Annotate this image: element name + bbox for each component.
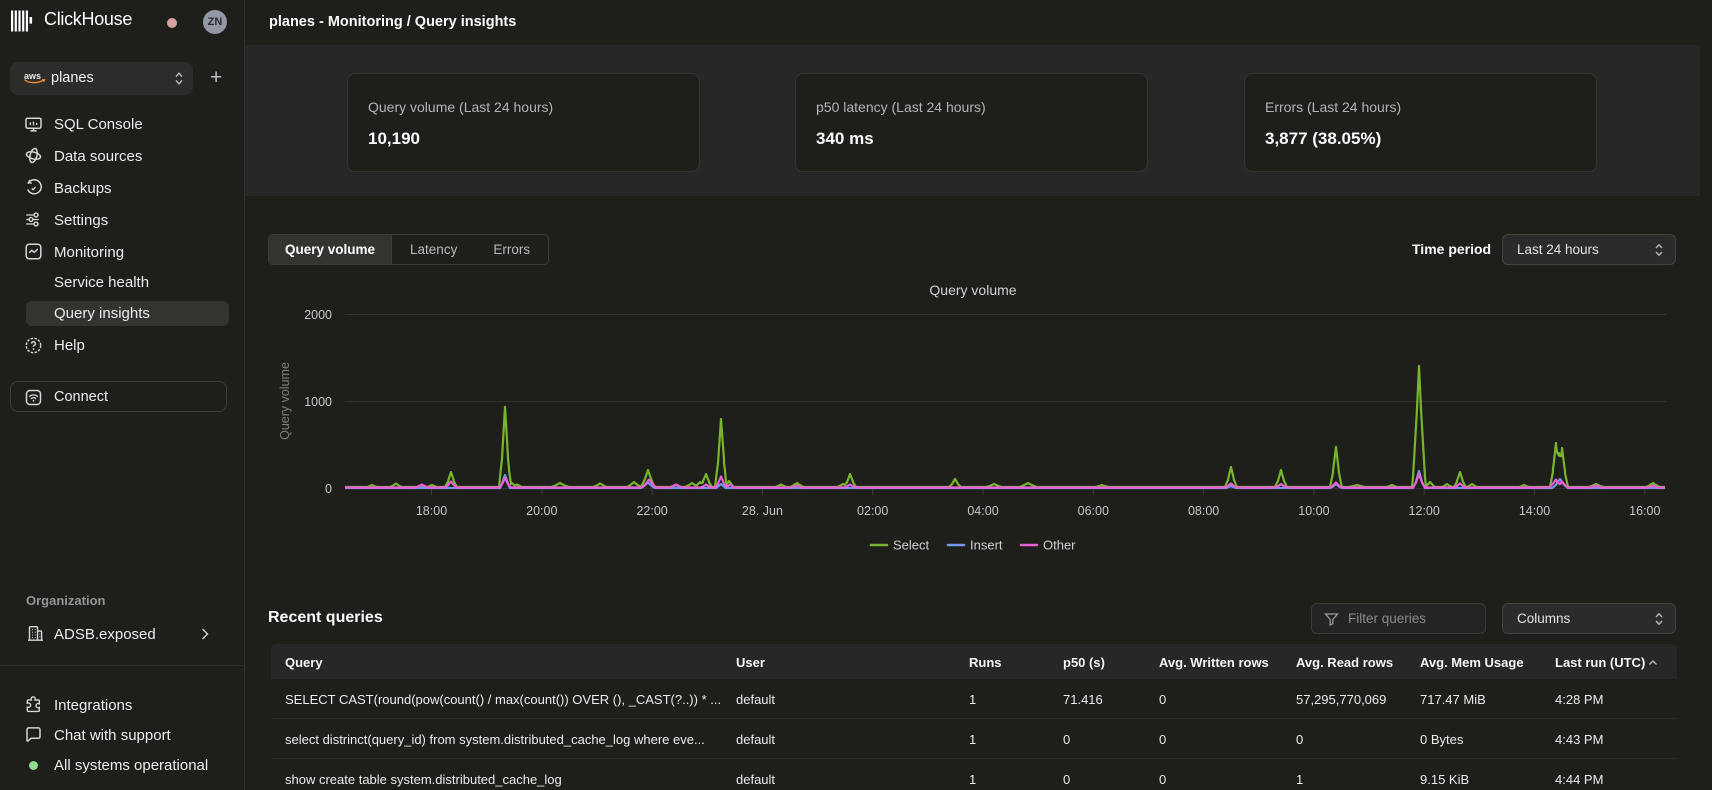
svg-text:14:00: 14:00	[1519, 504, 1550, 518]
svg-text:28. Jun: 28. Jun	[742, 504, 783, 518]
svg-text:2000: 2000	[304, 308, 332, 322]
svg-text:18:00: 18:00	[416, 504, 447, 518]
svg-text:22:00: 22:00	[636, 504, 667, 518]
svg-text:Query volume: Query volume	[929, 282, 1016, 298]
svg-text:08:00: 08:00	[1188, 504, 1219, 518]
svg-text:0: 0	[325, 482, 332, 496]
svg-text:10:00: 10:00	[1298, 504, 1329, 518]
svg-text:20:00: 20:00	[526, 504, 557, 518]
svg-text:02:00: 02:00	[857, 504, 888, 518]
svg-text:04:00: 04:00	[967, 504, 998, 518]
svg-text:Other: Other	[1043, 538, 1076, 553]
svg-text:Select: Select	[893, 538, 930, 553]
svg-text:16:00: 16:00	[1629, 504, 1660, 518]
svg-text:1000: 1000	[304, 395, 332, 409]
svg-text:Insert: Insert	[970, 538, 1003, 553]
svg-text:06:00: 06:00	[1078, 504, 1109, 518]
svg-text:Query volume: Query volume	[278, 362, 292, 440]
svg-text:12:00: 12:00	[1409, 504, 1440, 518]
